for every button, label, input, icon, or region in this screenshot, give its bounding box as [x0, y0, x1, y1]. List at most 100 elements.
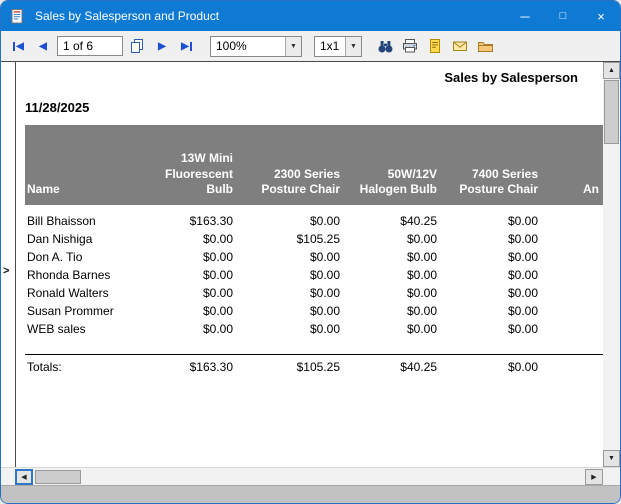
print-button[interactable]: [399, 35, 421, 57]
horizontal-scrollbar-pad: [1, 468, 15, 486]
table-row: Susan Prommer $0.00 $0.00 $0.00 $0.00: [25, 302, 603, 320]
minimize-button[interactable]: ─: [506, 1, 544, 31]
zoom-select[interactable]: 100% ▼: [210, 35, 302, 57]
sales-amount: $0.00: [202, 232, 233, 246]
totals-amount: $163.30: [189, 360, 233, 374]
close-button[interactable]: ×: [582, 1, 620, 31]
window-resize-bar: [1, 485, 620, 503]
report-viewer-window: Sales by Salesperson and Product ─ □ × ◀…: [0, 0, 621, 504]
group-tree-toggle[interactable]: >: [3, 265, 9, 277]
salesperson-name: Susan Prommer: [27, 304, 114, 318]
scroll-up-button[interactable]: ▲: [603, 62, 620, 79]
sales-amount: $0.00: [202, 322, 233, 336]
binoculars-icon: [378, 41, 392, 53]
page-number-input[interactable]: [57, 36, 123, 56]
sales-amount: $0.00: [309, 250, 340, 264]
zoom-dropdown-arrow-icon[interactable]: ▼: [285, 36, 301, 56]
horizontal-scrollbar-track[interactable]: [81, 468, 585, 486]
scroll-right-button[interactable]: ▶: [585, 468, 603, 485]
scroll-down-button[interactable]: ▼: [603, 450, 620, 467]
app-icon: [11, 8, 27, 24]
sales-amount: $0.00: [406, 286, 437, 300]
column-header-product-2: 2300 Series Posture Chair: [261, 166, 340, 197]
sales-amount: $0.00: [309, 304, 340, 318]
column-header-name: Name: [27, 182, 60, 197]
folder-icon: [477, 42, 493, 52]
printer-icon: [403, 39, 417, 53]
sales-amount: $0.00: [507, 286, 538, 300]
previous-page-icon: ◀: [39, 40, 47, 52]
sales-amount: $163.30: [189, 214, 233, 228]
table-row: Bill Bhaisson $163.30 $0.00 $40.25 $0.00: [25, 212, 603, 230]
sales-amount: $0.00: [202, 250, 233, 264]
sales-amount: $0.00: [507, 250, 538, 264]
totals-amount-clipped: [540, 360, 603, 374]
totals-amount: $40.25: [400, 360, 437, 374]
last-page-bar-icon: [189, 41, 192, 51]
page-layout-select[interactable]: 1x1 ▼: [314, 35, 362, 57]
group-tree-splitter[interactable]: >: [1, 62, 15, 467]
copy-icon: [131, 39, 143, 53]
sales-amount: $0.00: [507, 304, 538, 318]
report-page-content: Sales by Salesperson 11/28/2025 Name 13W…: [16, 62, 603, 374]
maximize-button[interactable]: □: [544, 1, 582, 31]
sales-amount: $0.00: [309, 286, 340, 300]
sales-amount: $0.00: [202, 304, 233, 318]
horizontal-scrollbar[interactable]: ◀ ▶: [1, 467, 620, 486]
zoom-value: 100%: [216, 39, 247, 53]
column-header-product-1: 13W Mini Fluorescent Bulb: [164, 151, 233, 197]
totals-amount: $105.25: [296, 360, 340, 374]
search-button[interactable]: [374, 35, 396, 57]
column-header-product-5: An: [583, 182, 599, 197]
table-row: Rhonda Barnes $0.00 $0.00 $0.00 $0.00: [25, 266, 603, 284]
first-page-bar-icon: [13, 41, 16, 51]
sales-amount: $0.00: [309, 214, 340, 228]
document-icon: [430, 39, 440, 53]
sales-amount: $0.00: [507, 268, 538, 282]
sales-amount: $0.00: [406, 232, 437, 246]
column-header-product-3: 50W/12V Halogen Bulb: [359, 166, 437, 197]
sales-amount: $0.00: [406, 304, 437, 318]
table-row: Dan Nishiga $0.00 $105.25 $0.00 $0.00: [25, 230, 603, 248]
scroll-left-button[interactable]: ◀: [15, 468, 33, 485]
report-page: Sales by Salesperson 11/28/2025 Name 13W…: [15, 62, 603, 467]
sales-amount: $0.00: [406, 268, 437, 282]
sales-amount: $40.25: [400, 214, 437, 228]
report-date: 11/28/2025: [25, 100, 90, 115]
envelope-icon: [453, 41, 467, 51]
scrollbar-corner: [603, 467, 620, 486]
salesperson-name: Don A. Tio: [27, 250, 83, 264]
column-header-band: Name 13W Mini Fluorescent Bulb 2300 Seri…: [25, 125, 603, 205]
vertical-scrollbar[interactable]: ▲ ▼: [603, 62, 620, 467]
totals-row: Totals: $163.30 $105.25 $40.25 $0.00: [25, 354, 603, 374]
salesperson-name: Dan Nishiga: [27, 232, 93, 246]
report-viewport: > Sales by Salesperson 11/28/2025 Name 1…: [1, 61, 620, 467]
next-page-button[interactable]: ▶: [151, 35, 173, 57]
sales-amount: $0.00: [507, 322, 538, 336]
vertical-scrollbar-thumb[interactable]: [604, 80, 619, 144]
next-page-icon: ▶: [158, 40, 166, 52]
table-row: Don A. Tio $0.00 $0.00 $0.00 $0.00: [25, 248, 603, 266]
layout-dropdown-arrow-icon[interactable]: ▼: [345, 36, 361, 56]
sales-amount: $105.25: [296, 232, 340, 246]
previous-page-button[interactable]: ◀: [32, 35, 54, 57]
table-row: Ronald Walters $0.00 $0.00 $0.00 $0.00: [25, 284, 603, 302]
column-header-product-4: 7400 Series Posture Chair: [459, 166, 538, 197]
sales-amount: $0.00: [406, 322, 437, 336]
last-page-button[interactable]: ▶: [176, 35, 198, 57]
sales-amount: $0.00: [202, 268, 233, 282]
page-layout-value: 1x1: [320, 39, 340, 53]
email-button[interactable]: [449, 35, 471, 57]
vertical-scrollbar-track[interactable]: [603, 144, 620, 450]
copy-button[interactable]: [126, 35, 148, 57]
window-controls: ─ □ ×: [506, 1, 620, 31]
sales-amount: $0.00: [406, 250, 437, 264]
first-page-button[interactable]: ◀: [7, 35, 29, 57]
export-button[interactable]: [424, 35, 446, 57]
salesperson-name: WEB sales: [27, 322, 86, 336]
open-folder-button[interactable]: [474, 35, 496, 57]
titlebar[interactable]: Sales by Salesperson and Product ─ □ ×: [1, 1, 620, 31]
report-title: Sales by Salesperson: [444, 70, 578, 85]
horizontal-scrollbar-thumb[interactable]: [35, 469, 81, 484]
sales-amount: $0.00: [507, 232, 538, 246]
